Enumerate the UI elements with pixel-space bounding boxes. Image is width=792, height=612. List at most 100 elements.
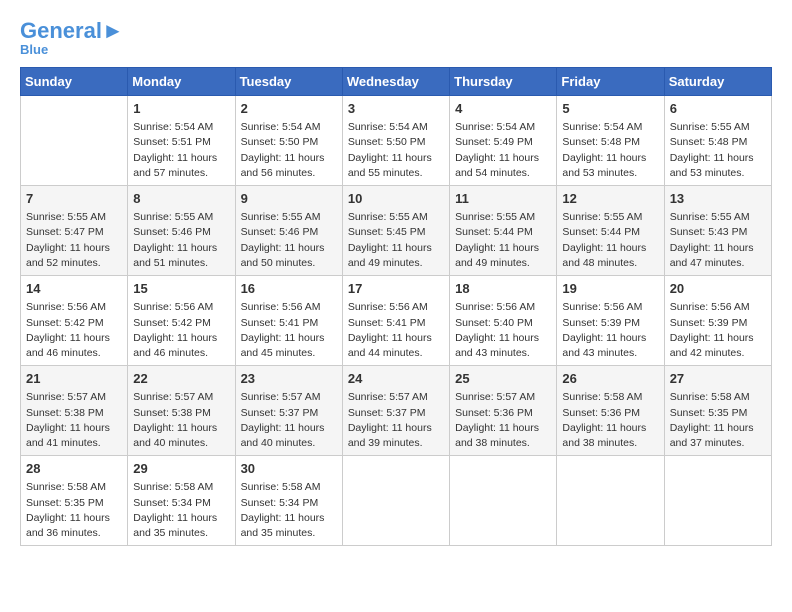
day-info: Sunrise: 5:56 AM Sunset: 5:39 PM Dayligh…	[562, 300, 658, 361]
day-number: 19	[562, 280, 658, 298]
calendar-cell: 8 Sunrise: 5:55 AM Sunset: 5:46 PM Daylig…	[128, 186, 235, 276]
calendar-cell: 12 Sunrise: 5:55 AM Sunset: 5:44 PM Dayli…	[557, 186, 664, 276]
day-info: Sunrise: 5:55 AM Sunset: 5:47 PM Dayligh…	[26, 210, 122, 271]
weekday-header-row: SundayMondayTuesdayWednesdayThursdayFrid…	[21, 68, 772, 96]
day-info: Sunrise: 5:54 AM Sunset: 5:51 PM Dayligh…	[133, 120, 229, 181]
day-info: Sunrise: 5:56 AM Sunset: 5:41 PM Dayligh…	[241, 300, 337, 361]
calendar-cell: 19 Sunrise: 5:56 AM Sunset: 5:39 PM Dayli…	[557, 276, 664, 366]
weekday-header-monday: Monday	[128, 68, 235, 96]
calendar-cell: 7 Sunrise: 5:55 AM Sunset: 5:47 PM Daylig…	[21, 186, 128, 276]
weekday-header-wednesday: Wednesday	[342, 68, 449, 96]
week-row-4: 21 Sunrise: 5:57 AM Sunset: 5:38 PM Dayli…	[21, 366, 772, 456]
day-number: 21	[26, 370, 122, 388]
day-info: Sunrise: 5:55 AM Sunset: 5:45 PM Dayligh…	[348, 210, 444, 271]
calendar-table: SundayMondayTuesdayWednesdayThursdayFrid…	[20, 67, 772, 546]
day-number: 12	[562, 190, 658, 208]
day-info: Sunrise: 5:54 AM Sunset: 5:49 PM Dayligh…	[455, 120, 551, 181]
day-number: 3	[348, 100, 444, 118]
day-info: Sunrise: 5:57 AM Sunset: 5:37 PM Dayligh…	[241, 390, 337, 451]
day-info: Sunrise: 5:56 AM Sunset: 5:41 PM Dayligh…	[348, 300, 444, 361]
calendar-cell: 20 Sunrise: 5:56 AM Sunset: 5:39 PM Dayli…	[664, 276, 771, 366]
day-number: 6	[670, 100, 766, 118]
day-info: Sunrise: 5:56 AM Sunset: 5:42 PM Dayligh…	[26, 300, 122, 361]
day-number: 30	[241, 460, 337, 478]
day-info: Sunrise: 5:55 AM Sunset: 5:44 PM Dayligh…	[455, 210, 551, 271]
calendar-cell: 15 Sunrise: 5:56 AM Sunset: 5:42 PM Dayli…	[128, 276, 235, 366]
calendar-cell: 27Sunrise: 5:58 AM Sunset: 5:35 PM Dayli…	[664, 366, 771, 456]
day-number: 29	[133, 460, 229, 478]
logo-blue-text: Blue	[20, 42, 48, 57]
day-number: 20	[670, 280, 766, 298]
day-number: 28	[26, 460, 122, 478]
calendar-cell: 1 Sunrise: 5:54 AM Sunset: 5:51 PM Daylig…	[128, 96, 235, 186]
calendar-cell	[342, 456, 449, 546]
day-number: 18	[455, 280, 551, 298]
calendar-body: 1 Sunrise: 5:54 AM Sunset: 5:51 PM Daylig…	[21, 96, 772, 546]
calendar-cell: 14 Sunrise: 5:56 AM Sunset: 5:42 PM Dayli…	[21, 276, 128, 366]
day-number: 17	[348, 280, 444, 298]
page-header: General► Blue	[20, 20, 772, 57]
calendar-cell: 5 Sunrise: 5:54 AM Sunset: 5:48 PM Daylig…	[557, 96, 664, 186]
day-info: Sunrise: 5:57 AM Sunset: 5:37 PM Dayligh…	[348, 390, 444, 451]
day-number: 27	[670, 370, 766, 388]
calendar-cell: 6 Sunrise: 5:55 AM Sunset: 5:48 PM Daylig…	[664, 96, 771, 186]
calendar-cell: 24 Sunrise: 5:57 AM Sunset: 5:37 PM Dayli…	[342, 366, 449, 456]
day-number: 23	[241, 370, 337, 388]
calendar-cell: 4 Sunrise: 5:54 AM Sunset: 5:49 PM Daylig…	[450, 96, 557, 186]
day-number: 10	[348, 190, 444, 208]
calendar-cell: 3Sunrise: 5:54 AM Sunset: 5:50 PM Daylig…	[342, 96, 449, 186]
day-number: 5	[562, 100, 658, 118]
day-info: Sunrise: 5:58 AM Sunset: 5:35 PM Dayligh…	[26, 480, 122, 541]
calendar-cell	[21, 96, 128, 186]
weekday-header-saturday: Saturday	[664, 68, 771, 96]
calendar-cell	[557, 456, 664, 546]
weekday-header-tuesday: Tuesday	[235, 68, 342, 96]
calendar-cell: 28 Sunrise: 5:58 AM Sunset: 5:35 PM Dayli…	[21, 456, 128, 546]
day-info: Sunrise: 5:58 AM Sunset: 5:34 PM Dayligh…	[241, 480, 337, 541]
day-info: Sunrise: 5:54 AM Sunset: 5:48 PM Dayligh…	[562, 120, 658, 181]
weekday-header-friday: Friday	[557, 68, 664, 96]
logo-general: General	[20, 18, 102, 43]
day-info: Sunrise: 5:54 AM Sunset: 5:50 PM Dayligh…	[241, 120, 337, 181]
calendar-cell	[664, 456, 771, 546]
logo-blue: ►	[102, 18, 124, 43]
day-number: 13	[670, 190, 766, 208]
day-number: 14	[26, 280, 122, 298]
day-number: 2	[241, 100, 337, 118]
calendar-cell: 2 Sunrise: 5:54 AM Sunset: 5:50 PM Daylig…	[235, 96, 342, 186]
day-info: Sunrise: 5:58 AM Sunset: 5:36 PM Dayligh…	[562, 390, 658, 451]
day-number: 26	[562, 370, 658, 388]
weekday-header-thursday: Thursday	[450, 68, 557, 96]
day-info: Sunrise: 5:56 AM Sunset: 5:42 PM Dayligh…	[133, 300, 229, 361]
day-number: 24	[348, 370, 444, 388]
logo: General► Blue	[20, 20, 124, 57]
week-row-2: 7 Sunrise: 5:55 AM Sunset: 5:47 PM Daylig…	[21, 186, 772, 276]
day-number: 1	[133, 100, 229, 118]
week-row-3: 14 Sunrise: 5:56 AM Sunset: 5:42 PM Dayli…	[21, 276, 772, 366]
day-number: 8	[133, 190, 229, 208]
day-info: Sunrise: 5:57 AM Sunset: 5:36 PM Dayligh…	[455, 390, 551, 451]
day-number: 22	[133, 370, 229, 388]
day-info: Sunrise: 5:55 AM Sunset: 5:46 PM Dayligh…	[133, 210, 229, 271]
week-row-5: 28 Sunrise: 5:58 AM Sunset: 5:35 PM Dayli…	[21, 456, 772, 546]
day-number: 25	[455, 370, 551, 388]
day-number: 11	[455, 190, 551, 208]
day-number: 4	[455, 100, 551, 118]
calendar-cell: 10 Sunrise: 5:55 AM Sunset: 5:45 PM Dayli…	[342, 186, 449, 276]
day-number: 15	[133, 280, 229, 298]
day-info: Sunrise: 5:55 AM Sunset: 5:44 PM Dayligh…	[562, 210, 658, 271]
calendar-cell: 29Sunrise: 5:58 AM Sunset: 5:34 PM Dayli…	[128, 456, 235, 546]
day-info: Sunrise: 5:55 AM Sunset: 5:48 PM Dayligh…	[670, 120, 766, 181]
calendar-cell: 13Sunrise: 5:55 AM Sunset: 5:43 PM Dayli…	[664, 186, 771, 276]
day-info: Sunrise: 5:56 AM Sunset: 5:39 PM Dayligh…	[670, 300, 766, 361]
calendar-cell: 21 Sunrise: 5:57 AM Sunset: 5:38 PM Dayli…	[21, 366, 128, 456]
day-number: 7	[26, 190, 122, 208]
calendar-cell: 25 Sunrise: 5:57 AM Sunset: 5:36 PM Dayli…	[450, 366, 557, 456]
calendar-cell: 26 Sunrise: 5:58 AM Sunset: 5:36 PM Dayli…	[557, 366, 664, 456]
day-info: Sunrise: 5:55 AM Sunset: 5:46 PM Dayligh…	[241, 210, 337, 271]
logo-text: General►	[20, 20, 124, 42]
day-number: 16	[241, 280, 337, 298]
weekday-header-sunday: Sunday	[21, 68, 128, 96]
day-info: Sunrise: 5:57 AM Sunset: 5:38 PM Dayligh…	[26, 390, 122, 451]
week-row-1: 1 Sunrise: 5:54 AM Sunset: 5:51 PM Daylig…	[21, 96, 772, 186]
